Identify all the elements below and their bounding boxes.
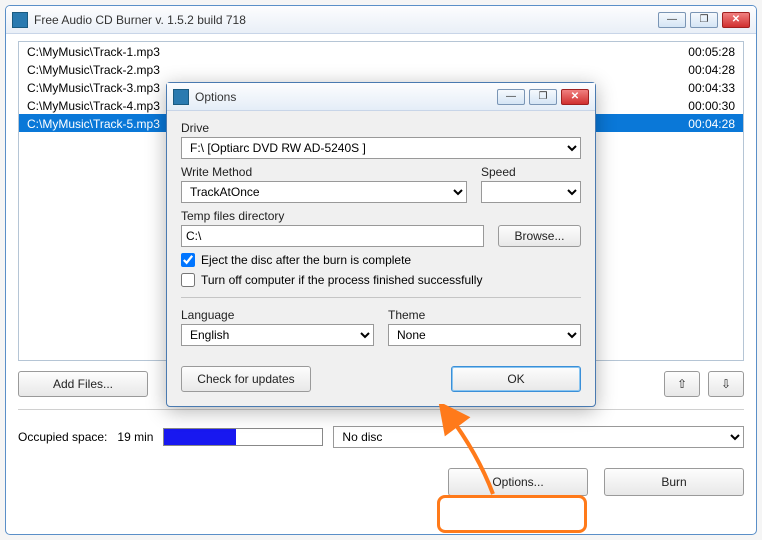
move-down-button[interactable]: ⇩ — [708, 371, 744, 397]
temp-dir-input[interactable] — [181, 225, 484, 247]
drive-select[interactable]: F:\ [Optiarc DVD RW AD-5240S ] — [181, 137, 581, 159]
track-duration: 00:04:28 — [688, 62, 735, 76]
occupied-space-bar — [163, 428, 323, 446]
options-dialog: Options — ❐ ✕ Drive F:\ [Optiarc DVD RW … — [166, 82, 596, 407]
browse-button[interactable]: Browse... — [498, 225, 581, 247]
move-up-button[interactable]: ⇧ — [664, 371, 700, 397]
track-path: C:\MyMusic\Track-2.mp3 — [27, 62, 160, 76]
add-files-button[interactable]: Add Files... — [18, 371, 148, 397]
track-path: C:\MyMusic\Track-3.mp3 — [27, 80, 160, 94]
occupied-space-fill — [164, 429, 235, 445]
options-button[interactable]: Options... — [448, 468, 588, 496]
track-path: C:\MyMusic\Track-5.mp3 — [27, 116, 160, 130]
write-method-label: Write Method — [181, 165, 467, 179]
main-titlebar[interactable]: Free Audio CD Burner v. 1.5.2 build 718 … — [6, 6, 756, 34]
track-path: C:\MyMusic\Track-4.mp3 — [27, 98, 160, 112]
turnoff-checkbox[interactable] — [181, 273, 195, 287]
track-row[interactable]: C:\MyMusic\Track-1.mp3 00:05:28 — [19, 42, 743, 60]
check-updates-button[interactable]: Check for updates — [181, 366, 311, 392]
track-duration: 00:04:33 — [688, 80, 735, 94]
speed-select[interactable] — [481, 181, 581, 203]
ok-button[interactable]: OK — [451, 366, 581, 392]
track-row[interactable]: C:\MyMusic\Track-2.mp3 00:04:28 — [19, 60, 743, 78]
turnoff-checkbox-label: Turn off computer if the process finishe… — [201, 273, 482, 287]
dialog-minimize-button[interactable]: — — [497, 89, 525, 105]
eject-checkbox[interactable] — [181, 253, 195, 267]
main-title: Free Audio CD Burner v. 1.5.2 build 718 — [34, 13, 658, 27]
speed-label: Speed — [481, 165, 581, 179]
dialog-title: Options — [195, 90, 497, 104]
temp-dir-label: Temp files directory — [181, 209, 581, 223]
track-duration: 00:00:30 — [688, 98, 735, 112]
dialog-titlebar[interactable]: Options — ❐ ✕ — [167, 83, 595, 111]
write-method-select[interactable]: TrackAtOnce — [181, 181, 467, 203]
track-duration: 00:04:28 — [688, 116, 735, 130]
language-select[interactable]: English — [181, 324, 374, 346]
app-icon — [12, 12, 28, 28]
occupied-space-label: Occupied space: — [18, 430, 107, 444]
dialog-maximize-button[interactable]: ❐ — [529, 89, 557, 105]
drive-label: Drive — [181, 121, 581, 135]
theme-select[interactable]: None — [388, 324, 581, 346]
eject-checkbox-label: Eject the disc after the burn is complet… — [201, 253, 411, 267]
track-duration: 00:05:28 — [688, 44, 735, 58]
occupied-space-value: 19 min — [117, 430, 153, 444]
maximize-button[interactable]: ❐ — [690, 12, 718, 28]
disc-select[interactable]: No disc — [333, 426, 744, 448]
dialog-icon — [173, 89, 189, 105]
track-path: C:\MyMusic\Track-1.mp3 — [27, 44, 160, 58]
language-label: Language — [181, 308, 374, 322]
tutorial-highlight — [437, 495, 587, 533]
minimize-button[interactable]: — — [658, 12, 686, 28]
burn-button[interactable]: Burn — [604, 468, 744, 496]
theme-label: Theme — [388, 308, 581, 322]
close-button[interactable]: ✕ — [722, 12, 750, 28]
dialog-close-button[interactable]: ✕ — [561, 89, 589, 105]
